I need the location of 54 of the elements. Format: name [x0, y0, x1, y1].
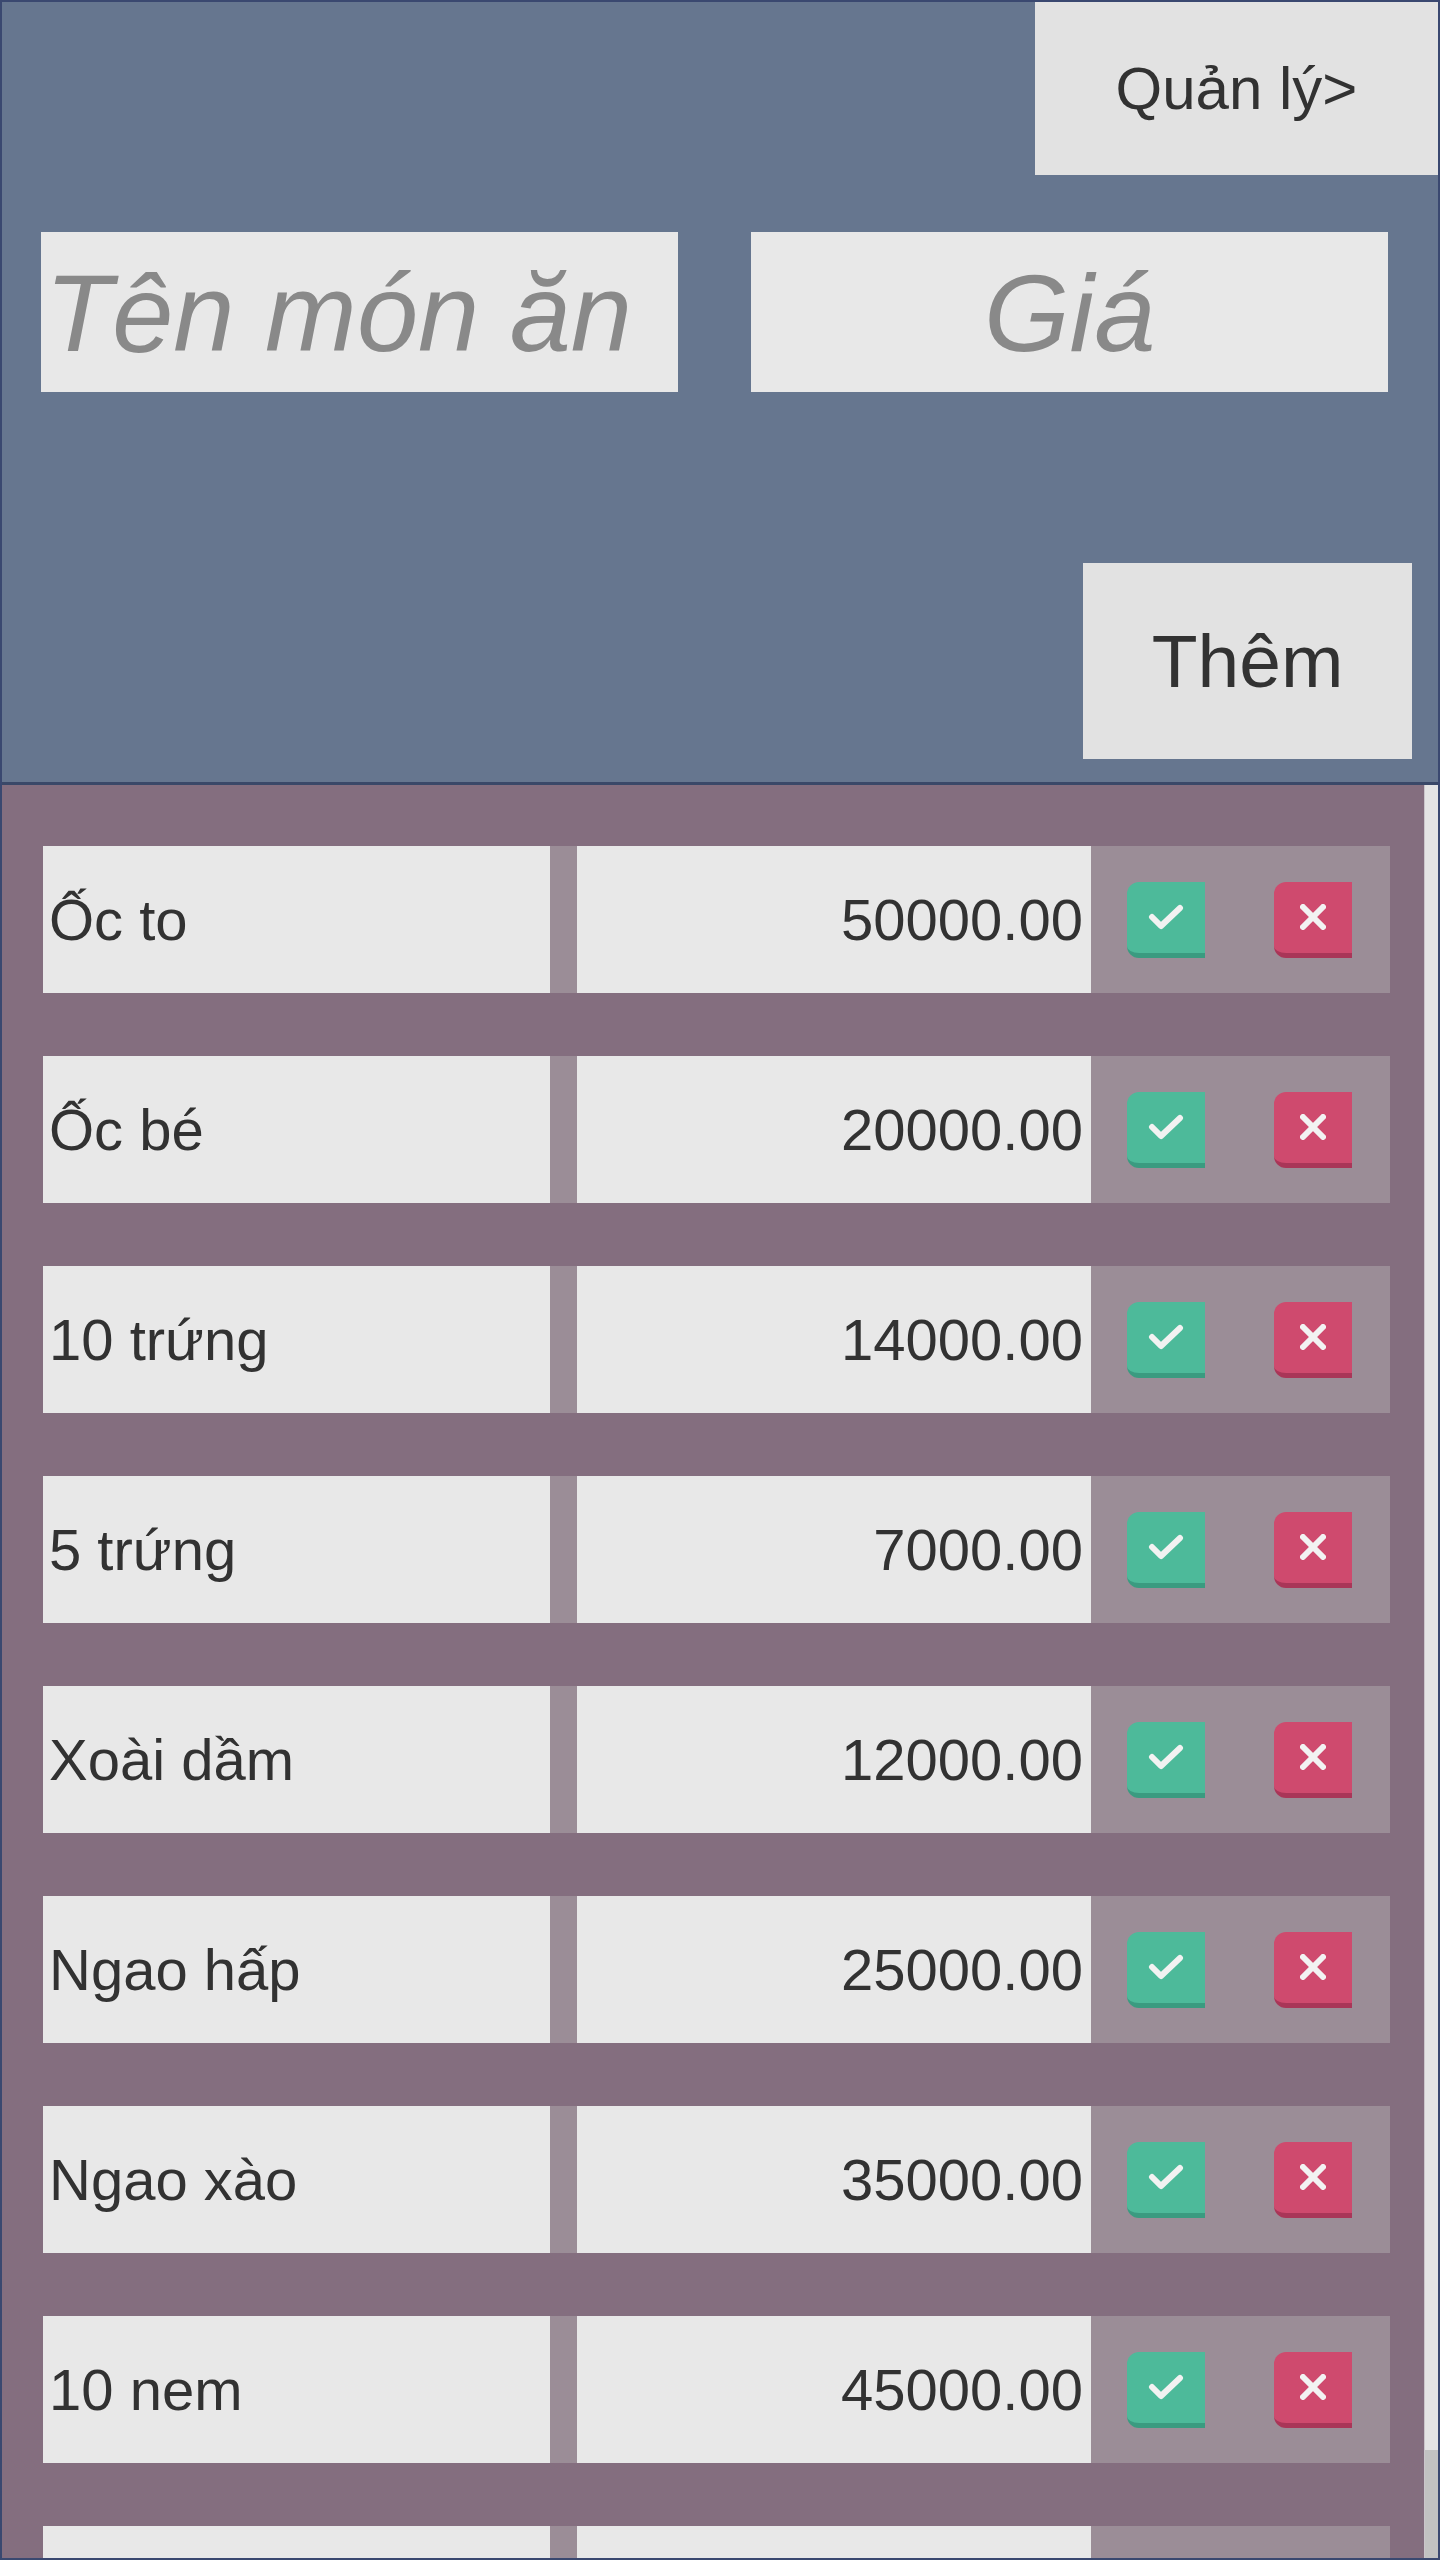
- check-icon: [1148, 1323, 1184, 1351]
- delete-button[interactable]: [1274, 2141, 1352, 2218]
- confirm-button[interactable]: [1127, 1511, 1205, 1588]
- price-field[interactable]: 14000.00: [577, 1266, 1091, 1413]
- close-icon: [1300, 2374, 1326, 2400]
- price-field[interactable]: 25000.00: [577, 1896, 1091, 2043]
- dish-name-field[interactable]: Ngao hấp: [43, 1896, 550, 2043]
- dish-name-input[interactable]: Tên món ăn: [41, 232, 678, 392]
- check-icon: [1148, 1533, 1184, 1561]
- dish-name-field[interactable]: 10 nem: [43, 2316, 550, 2463]
- confirm-button[interactable]: [1127, 1931, 1205, 2008]
- check-icon: [1148, 2373, 1184, 2401]
- delete-button[interactable]: [1274, 1511, 1352, 1588]
- delete-button[interactable]: [1274, 1091, 1352, 1168]
- price-field[interactable]: 20000.00: [577, 1056, 1091, 1203]
- delete-button[interactable]: [1274, 1931, 1352, 2008]
- price-input[interactable]: Giá: [751, 232, 1388, 392]
- delete-button[interactable]: [1274, 1301, 1352, 1378]
- dish-name-field[interactable]: Ngao xào: [43, 2106, 550, 2253]
- price-field[interactable]: 45000.00: [577, 2316, 1091, 2463]
- close-icon: [1300, 1114, 1326, 1140]
- close-icon: [1300, 1954, 1326, 1980]
- check-icon: [1148, 1953, 1184, 1981]
- delete-button[interactable]: [1274, 2351, 1352, 2428]
- manage-button[interactable]: Quản lý>: [1035, 2, 1438, 175]
- delete-button[interactable]: [1274, 881, 1352, 958]
- check-icon: [1148, 1743, 1184, 1771]
- close-icon: [1300, 1324, 1326, 1350]
- delete-button[interactable]: [1274, 1721, 1352, 1798]
- price-field[interactable]: 50000.00: [577, 846, 1091, 993]
- confirm-button[interactable]: [1127, 2351, 1205, 2428]
- price-field[interactable]: 12000.00: [577, 1686, 1091, 1833]
- price-field[interactable]: 35000.00: [577, 2106, 1091, 2253]
- confirm-button[interactable]: [1127, 1091, 1205, 1168]
- check-icon: [1148, 1113, 1184, 1141]
- confirm-button[interactable]: [1127, 1721, 1205, 1798]
- confirm-button[interactable]: [1127, 881, 1205, 958]
- dish-name-field[interactable]: 10 trứng: [43, 1266, 550, 1413]
- price-field[interactable]: 7000.00: [577, 1476, 1091, 1623]
- close-icon: [1300, 904, 1326, 930]
- close-icon: [1300, 1744, 1326, 1770]
- scrollbar-thumb[interactable]: [1425, 2450, 1438, 2558]
- dish-name-field[interactable]: Ốc to: [43, 846, 550, 993]
- check-icon: [1148, 903, 1184, 931]
- confirm-button[interactable]: [1127, 2141, 1205, 2218]
- dish-name-field[interactable]: Xoài dầm: [43, 1686, 550, 1833]
- dish-name-field[interactable]: 5 trứng: [43, 1476, 550, 1623]
- close-icon: [1300, 1534, 1326, 1560]
- dish-name-field[interactable]: Ốc bé: [43, 1056, 550, 1203]
- check-icon: [1148, 2163, 1184, 2191]
- add-button[interactable]: Thêm: [1083, 563, 1412, 759]
- scrollbar[interactable]: [1424, 785, 1438, 2558]
- confirm-button[interactable]: [1127, 1301, 1205, 1378]
- close-icon: [1300, 2164, 1326, 2190]
